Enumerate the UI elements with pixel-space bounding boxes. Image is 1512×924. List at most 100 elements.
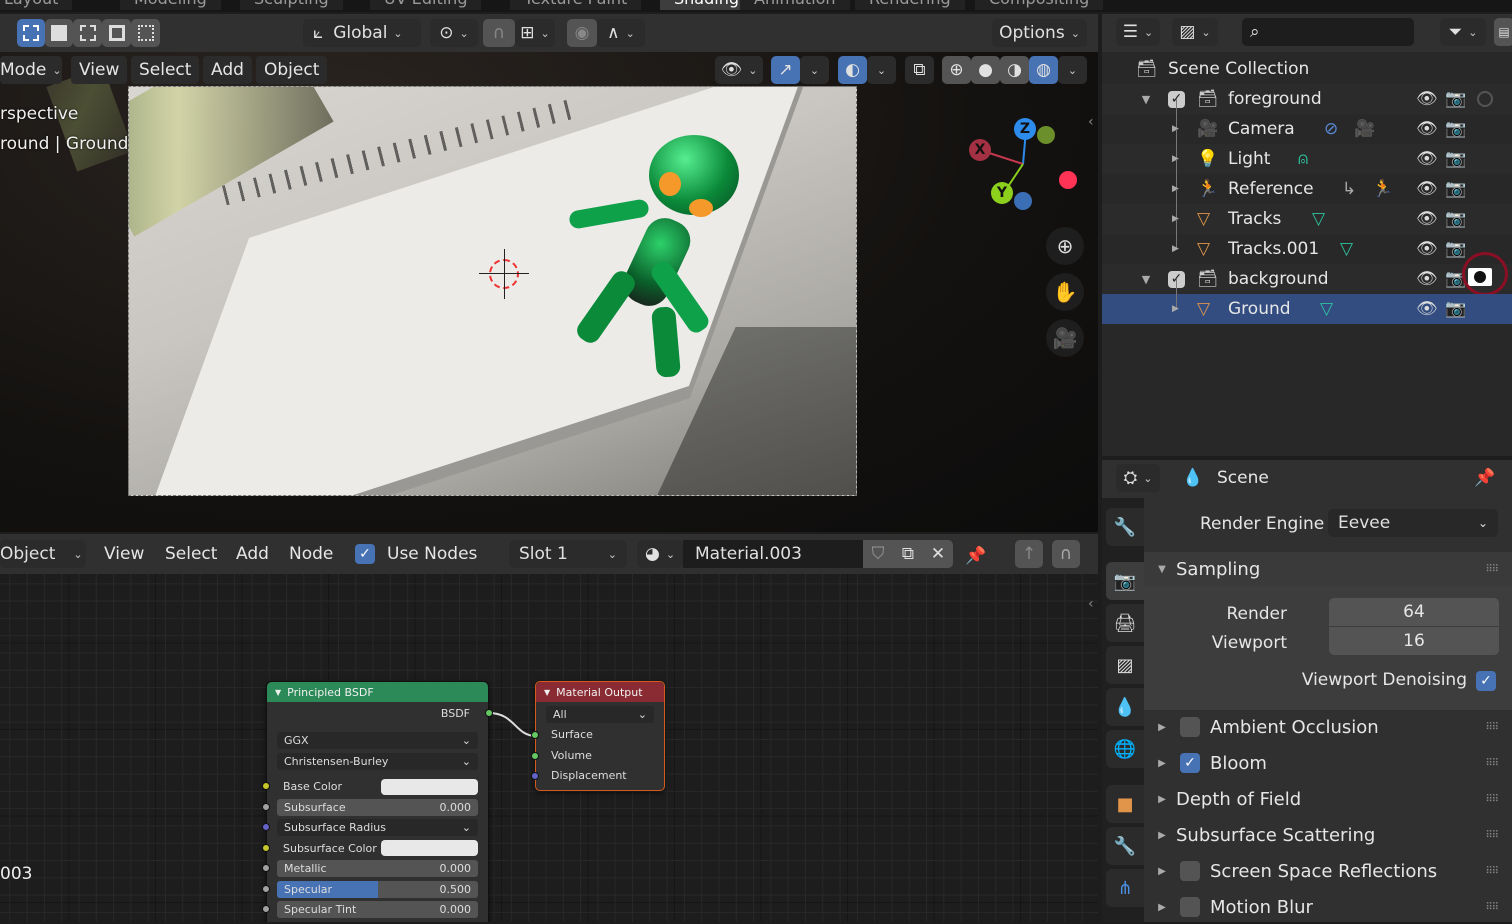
displacement-input-socket[interactable] bbox=[531, 772, 539, 780]
tab-world[interactable]: 🌐 bbox=[1106, 730, 1144, 768]
panel-ambient-occlusion[interactable]: ▶ Ambient Occlusion ⠿⠿ bbox=[1144, 710, 1512, 744]
pan-view-button[interactable]: ✋ bbox=[1046, 273, 1084, 311]
tab-view-layer[interactable]: ▨ bbox=[1106, 646, 1144, 684]
render-camera-icon[interactable]: 📷 bbox=[1445, 119, 1466, 139]
outliner-search-input[interactable]: ⌕ bbox=[1242, 18, 1414, 46]
xray-toggle[interactable]: ⧉ bbox=[905, 56, 934, 84]
camera-data-icon[interactable]: 🎥 bbox=[1354, 119, 1375, 139]
drag-grip-icon[interactable]: ⠿⠿ bbox=[1485, 866, 1499, 877]
shading-material[interactable]: ◑ bbox=[1000, 56, 1029, 84]
parent-arrow-icon[interactable]: ↳ bbox=[1342, 179, 1356, 199]
node-snap-toggle[interactable]: ∩ bbox=[1052, 540, 1080, 568]
workspace-tab-rendering[interactable]: Rendering bbox=[855, 0, 966, 10]
render-engine-dropdown[interactable]: Eevee ⌄ bbox=[1328, 509, 1498, 537]
light-data-icon[interactable]: ⍝ bbox=[1298, 149, 1308, 169]
proportional-falloff-dropdown[interactable]: ∧ ⌄ bbox=[597, 19, 645, 47]
viewport-samples-field[interactable]: 16 bbox=[1329, 627, 1499, 655]
outliner-row-ground[interactable]: ▶ ▽ Ground ▽ 👁 📷 bbox=[1102, 279, 1512, 324]
panel-enable-checkbox[interactable] bbox=[1180, 717, 1200, 737]
camera-constraint-icon[interactable]: ⊘ bbox=[1324, 119, 1338, 139]
render-camera-icon[interactable]: 📷 bbox=[1445, 149, 1466, 169]
tab-particles[interactable]: ⋔ bbox=[1106, 869, 1144, 907]
filter-type-dropdown[interactable]: ▨ ⌄ bbox=[1172, 18, 1218, 46]
gizmo-z-axis[interactable]: Z bbox=[1014, 118, 1036, 140]
panel-screen-space-reflections[interactable]: ▶ Screen Space Reflections ⠿⠿ bbox=[1144, 854, 1512, 888]
tab-tool[interactable]: 🔧 bbox=[1106, 508, 1144, 546]
workspace-tab-compositing[interactable]: Compositing bbox=[975, 0, 1105, 10]
outliner-row-reference[interactable]: ▶🏃Reference↳🏃👁📷 bbox=[1102, 159, 1512, 204]
input-socket[interactable] bbox=[262, 843, 270, 852]
node-editor-canvas[interactable]: 003 ‹ ▼ Principled BSDF BSDF GGX ⌄ Christe… bbox=[0, 574, 1098, 922]
menu-select[interactable]: Select bbox=[131, 56, 200, 84]
workspace-tab-uv-editing[interactable]: UV Editing bbox=[370, 0, 483, 10]
node-menu-node[interactable]: Node bbox=[281, 540, 341, 568]
render-camera-icon[interactable]: 📷 bbox=[1445, 239, 1466, 259]
node-menu-view[interactable]: View bbox=[96, 540, 152, 568]
outliner-row-camera[interactable]: ▶🎥Camera⊘🎥👁📷 bbox=[1102, 99, 1512, 144]
holdout-toggle-icon[interactable] bbox=[1477, 91, 1493, 107]
input-socket[interactable] bbox=[262, 905, 270, 913]
panel-bloom[interactable]: ▶ ✓ Bloom ⠿⠿ bbox=[1144, 746, 1512, 780]
workspace-tab-texture-paint[interactable]: Texture Paint bbox=[510, 0, 643, 10]
node-menu-select[interactable]: Select bbox=[157, 540, 225, 568]
principled-bsdf-header[interactable]: ▼ Principled BSDF bbox=[267, 682, 488, 702]
eye-icon[interactable]: 👁 bbox=[1416, 179, 1438, 199]
outliner-row-tracks-001[interactable]: ▶ ▽ Tracks.001 ▽ 👁 📷 bbox=[1102, 219, 1512, 264]
input-socket[interactable] bbox=[262, 884, 270, 893]
input-socket[interactable] bbox=[262, 864, 270, 872]
disclosure-triangle-icon[interactable]: ▼ bbox=[1138, 273, 1154, 286]
drag-grip-icon[interactable]: ⠿⠿ bbox=[1485, 564, 1499, 575]
outliner-row-foreground[interactable]: ▼✓🗃foreground👁📷 bbox=[1102, 84, 1512, 114]
outliner-row-background[interactable]: ▼✓🗃background👁📷 bbox=[1102, 252, 1512, 296]
workspace-tab-animation[interactable]: Animation bbox=[740, 0, 851, 10]
color-swatch[interactable] bbox=[381, 778, 478, 795]
snap-target-dropdown[interactable]: ⊞ ⌄ bbox=[515, 19, 555, 47]
drag-grip-icon[interactable]: ⠿⠿ bbox=[1485, 722, 1499, 733]
gizmo-x-axis[interactable]: X bbox=[969, 139, 991, 161]
subsurface-color-color-field[interactable]: Subsurface Color bbox=[277, 840, 478, 857]
eye-icon[interactable]: 👁 bbox=[1416, 119, 1438, 139]
base-color-color-field[interactable]: Base Color bbox=[277, 778, 478, 795]
panel-enable-checkbox[interactable]: ✓ bbox=[1180, 753, 1200, 773]
subsurface-method-dropdown[interactable]: Christensen-Burley ⌄ bbox=[277, 753, 478, 770]
visibility-dropdown[interactable]: 👁 ⌄ bbox=[715, 56, 763, 84]
drag-grip-icon[interactable]: ⠿⠿ bbox=[1485, 902, 1499, 913]
material-name-field[interactable]: Material.003 bbox=[683, 540, 863, 568]
pin-icon[interactable]: 📌 bbox=[1474, 468, 1495, 488]
mesh-data-icon[interactable]: ▽ bbox=[1340, 239, 1353, 259]
drag-grip-icon[interactable]: ⠿⠿ bbox=[1485, 830, 1499, 841]
select-subtract-button[interactable] bbox=[73, 19, 102, 47]
fake-user-button[interactable]: ⛉ bbox=[863, 540, 893, 568]
sidebar-toggle-icon[interactable]: ‹ bbox=[1088, 114, 1094, 130]
node-sidebar-toggle-icon[interactable]: ‹ bbox=[1088, 596, 1094, 612]
panel-enable-checkbox[interactable] bbox=[1180, 897, 1200, 917]
proportional-edit-toggle[interactable]: ◉ bbox=[567, 19, 597, 47]
drag-grip-icon[interactable]: ⠿⠿ bbox=[1485, 758, 1499, 769]
shading-dropdown[interactable]: ⌄ bbox=[1058, 56, 1087, 84]
color-swatch[interactable] bbox=[381, 840, 478, 856]
panel-motion-blur[interactable]: ▶ Motion Blur ⠿⠿ bbox=[1144, 890, 1512, 924]
select-invert-button[interactable] bbox=[102, 19, 131, 47]
material-output-node[interactable]: ▼ Material Output All ⌄ Surface Volume Dis… bbox=[531, 681, 665, 791]
node-menu-add[interactable]: Add bbox=[228, 540, 277, 568]
outliner[interactable]: 🗃 Scene Collection ▼✓🗃foreground👁📷▶🎥Came… bbox=[1102, 52, 1512, 456]
gizmo-dropdown[interactable]: ⌄ bbox=[800, 56, 829, 84]
select-new-button[interactable] bbox=[17, 19, 45, 47]
material-output-header[interactable]: ▼ Material Output bbox=[536, 682, 664, 702]
outliner-row-light[interactable]: ▶💡Light⍝👁📷 bbox=[1102, 129, 1512, 174]
gizmo-neg-y-axis[interactable] bbox=[1014, 192, 1032, 210]
input-socket[interactable] bbox=[262, 823, 270, 831]
surface-input-socket[interactable] bbox=[531, 731, 539, 739]
tab-modifiers[interactable]: 🔧 bbox=[1106, 827, 1144, 865]
mesh-data-icon[interactable]: ▽ bbox=[1320, 299, 1333, 319]
subsurface-slider[interactable]: Subsurface 0.000 bbox=[277, 798, 478, 816]
eye-icon[interactable]: 👁 bbox=[1416, 209, 1438, 229]
render-camera-icon[interactable]: 📷 bbox=[1445, 89, 1466, 109]
3d-viewport[interactable]: rspective round | Ground Z X Y ⊕ ✋ 🎥 ‹ bbox=[0, 14, 1098, 532]
eye-icon[interactable]: 👁 bbox=[1416, 149, 1438, 169]
armature-data-icon[interactable]: 🏃 bbox=[1372, 179, 1393, 199]
disclosure-triangle-icon[interactable]: ▶ bbox=[1172, 304, 1179, 314]
panel-sampling[interactable]: ▼ Sampling ⠿⠿ bbox=[1144, 552, 1512, 586]
shading-solid[interactable]: ● bbox=[971, 56, 1000, 84]
subsurface-radius-dropdown[interactable]: Subsurface Radius ⌄ bbox=[277, 819, 478, 836]
